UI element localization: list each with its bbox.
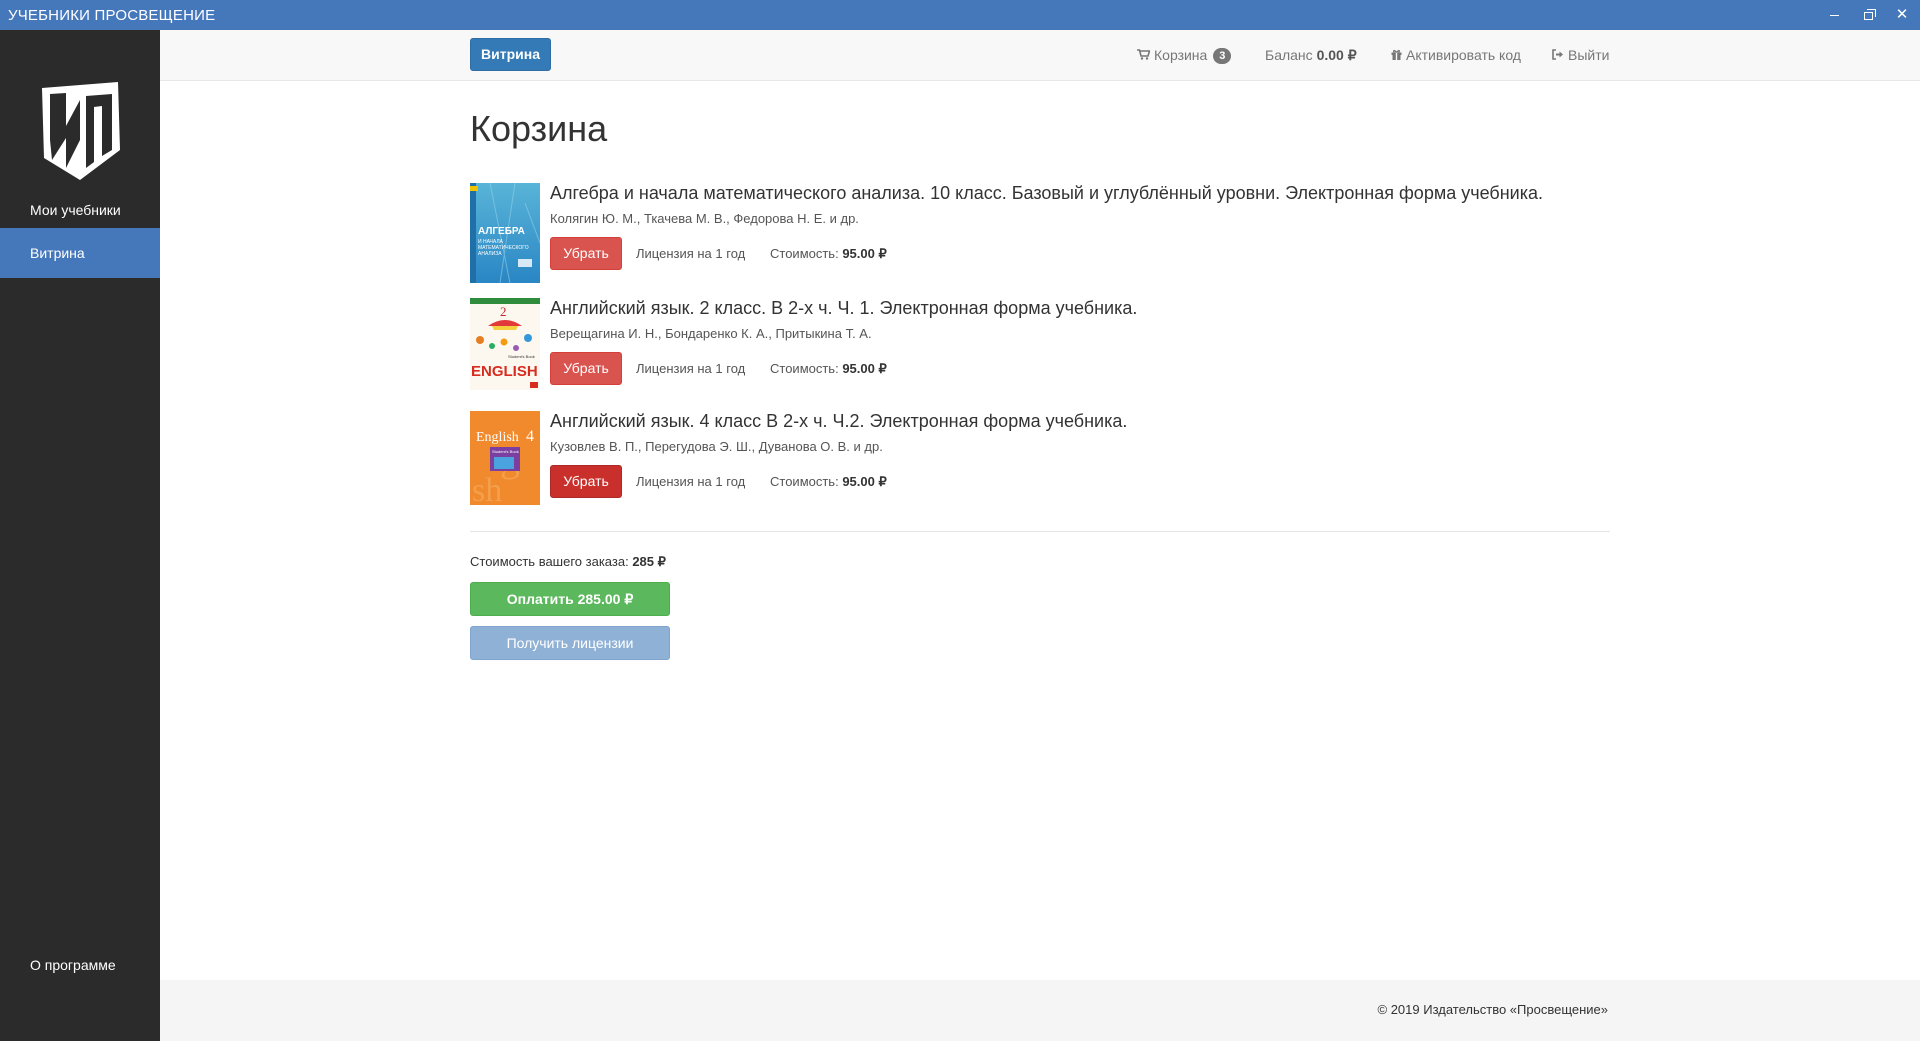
window-titlebar: УЧЕБНИКИ ПРОСВЕЩЕНИЕ ✕ (0, 0, 1920, 30)
item-title[interactable]: Английский язык. 4 класс В 2-х ч. Ч.2. Э… (550, 411, 1127, 432)
sidebar-item-label: Мои учебники (30, 202, 121, 218)
cart-count-badge: 3 (1213, 48, 1232, 64)
svg-text:АЛГЕБРА: АЛГЕБРА (478, 226, 525, 237)
svg-text:2: 2 (500, 304, 507, 319)
book-cover-english-2[interactable]: 2 Student's Book ENGLISH (470, 298, 540, 390)
svg-text:АНАЛИЗА: АНАЛИЗА (478, 251, 502, 257)
book-cover-english-4[interactable]: g sh English 4 Student's Book (470, 411, 540, 505)
get-licenses-button[interactable]: Получить лицензии (470, 626, 670, 660)
item-authors: Кузовлев В. П., Перегудова Э. Ш., Дувано… (550, 439, 883, 454)
footer: © 2019 Издательство «Просвещение» (160, 980, 1920, 1041)
close-icon[interactable]: ✕ (1890, 4, 1914, 26)
divider (470, 531, 1610, 532)
item-authors: Колягин Ю. М., Ткачева М. В., Федорова Н… (550, 211, 859, 226)
balance-value: 0.00 ₽ (1316, 47, 1357, 63)
svg-text:ENGLISH: ENGLISH (471, 363, 538, 380)
logout-link[interactable]: Выйти (1552, 47, 1609, 63)
item-cost: Стоимость: 95.00 ₽ (770, 474, 887, 490)
cart-icon (1137, 49, 1151, 63)
restore-icon[interactable] (1856, 4, 1880, 26)
gift-icon (1391, 49, 1402, 63)
item-authors: Верещагина И. Н., Бондаренко К. А., Прит… (550, 326, 872, 341)
item-license: Лицензия на 1 год (636, 246, 746, 261)
svg-text:Student's Book: Student's Book (508, 354, 535, 359)
sidebar-item-label: О программе (30, 957, 116, 973)
item-cost: Стоимость: 95.00 ₽ (770, 361, 887, 377)
sidebar-item-about[interactable]: О программе (0, 940, 160, 990)
item-cost-label: Стоимость: (770, 474, 839, 489)
order-total-label: Стоимость вашего заказа: (470, 554, 629, 569)
remove-button[interactable]: Убрать (550, 237, 622, 270)
prosveshchenie-logo-icon (42, 82, 120, 180)
remove-button[interactable]: Убрать (550, 352, 622, 385)
order-total-value: 285 ₽ (632, 554, 666, 569)
activate-code-link[interactable]: Активировать код (1391, 47, 1521, 63)
footer-copyright: © 2019 Издательство «Просвещение» (1377, 1002, 1609, 1017)
book-cover-algebra[interactable]: АЛГЕБРА И НАЧАЛА МАТЕМАТИЧЕСКОГО АНАЛИЗА (470, 183, 540, 283)
vitrina-button[interactable]: Витрина (470, 38, 551, 71)
balance-link[interactable]: Баланс 0.00 ₽ (1265, 47, 1357, 64)
item-cost: Стоимость: 95.00 ₽ (770, 246, 887, 262)
cart-link[interactable]: Корзина 3 (1137, 47, 1232, 64)
cart-item: g sh English 4 Student's Book Английский… (470, 411, 1620, 507)
cart-label: Корзина (1154, 47, 1208, 63)
page-title: Корзина (470, 108, 608, 149)
order-total: Стоимость вашего заказа: 285 ₽ (470, 554, 666, 570)
item-cost-label: Стоимость: (770, 361, 839, 376)
sidebar-item-label: Витрина (30, 245, 85, 261)
item-license: Лицензия на 1 год (636, 361, 746, 376)
item-cost-value: 95.00 ₽ (842, 246, 887, 261)
top-navbar: Витрина Корзина 3 Баланс 0.00 ₽ Активиро… (160, 30, 1920, 81)
item-cost-value: 95.00 ₽ (842, 474, 887, 489)
item-title[interactable]: Английский язык. 2 класс. В 2-х ч. Ч. 1.… (550, 298, 1137, 319)
window-title: УЧЕБНИКИ ПРОСВЕЩЕНИЕ (8, 7, 216, 24)
pay-button[interactable]: Оплатить 285.00 ₽ (470, 582, 670, 616)
item-cost-value: 95.00 ₽ (842, 361, 887, 376)
remove-button[interactable]: Убрать (550, 465, 622, 498)
svg-text:sh: sh (472, 472, 502, 505)
item-license: Лицензия на 1 год (636, 474, 746, 489)
item-title[interactable]: Алгебра и начала математического анализа… (550, 183, 1543, 204)
cart-item: АЛГЕБРА И НАЧАЛА МАТЕМАТИЧЕСКОГО АНАЛИЗА… (470, 183, 1620, 283)
svg-text:Student's Book: Student's Book (492, 449, 519, 454)
svg-text:English: English (476, 430, 519, 445)
cart-item: 2 Student's Book ENGLISH Английский язык… (470, 298, 1620, 394)
minimize-icon[interactable] (1822, 4, 1846, 26)
sidebar: Мои учебники Витрина О программе (0, 30, 160, 1041)
sign-out-icon (1552, 49, 1564, 63)
sidebar-item-vitrina[interactable]: Витрина (0, 228, 160, 278)
logout-label: Выйти (1568, 47, 1610, 63)
item-cost-label: Стоимость: (770, 246, 839, 261)
balance-label: Баланс (1265, 47, 1313, 63)
activate-code-label: Активировать код (1406, 47, 1521, 63)
svg-text:4: 4 (526, 428, 534, 445)
